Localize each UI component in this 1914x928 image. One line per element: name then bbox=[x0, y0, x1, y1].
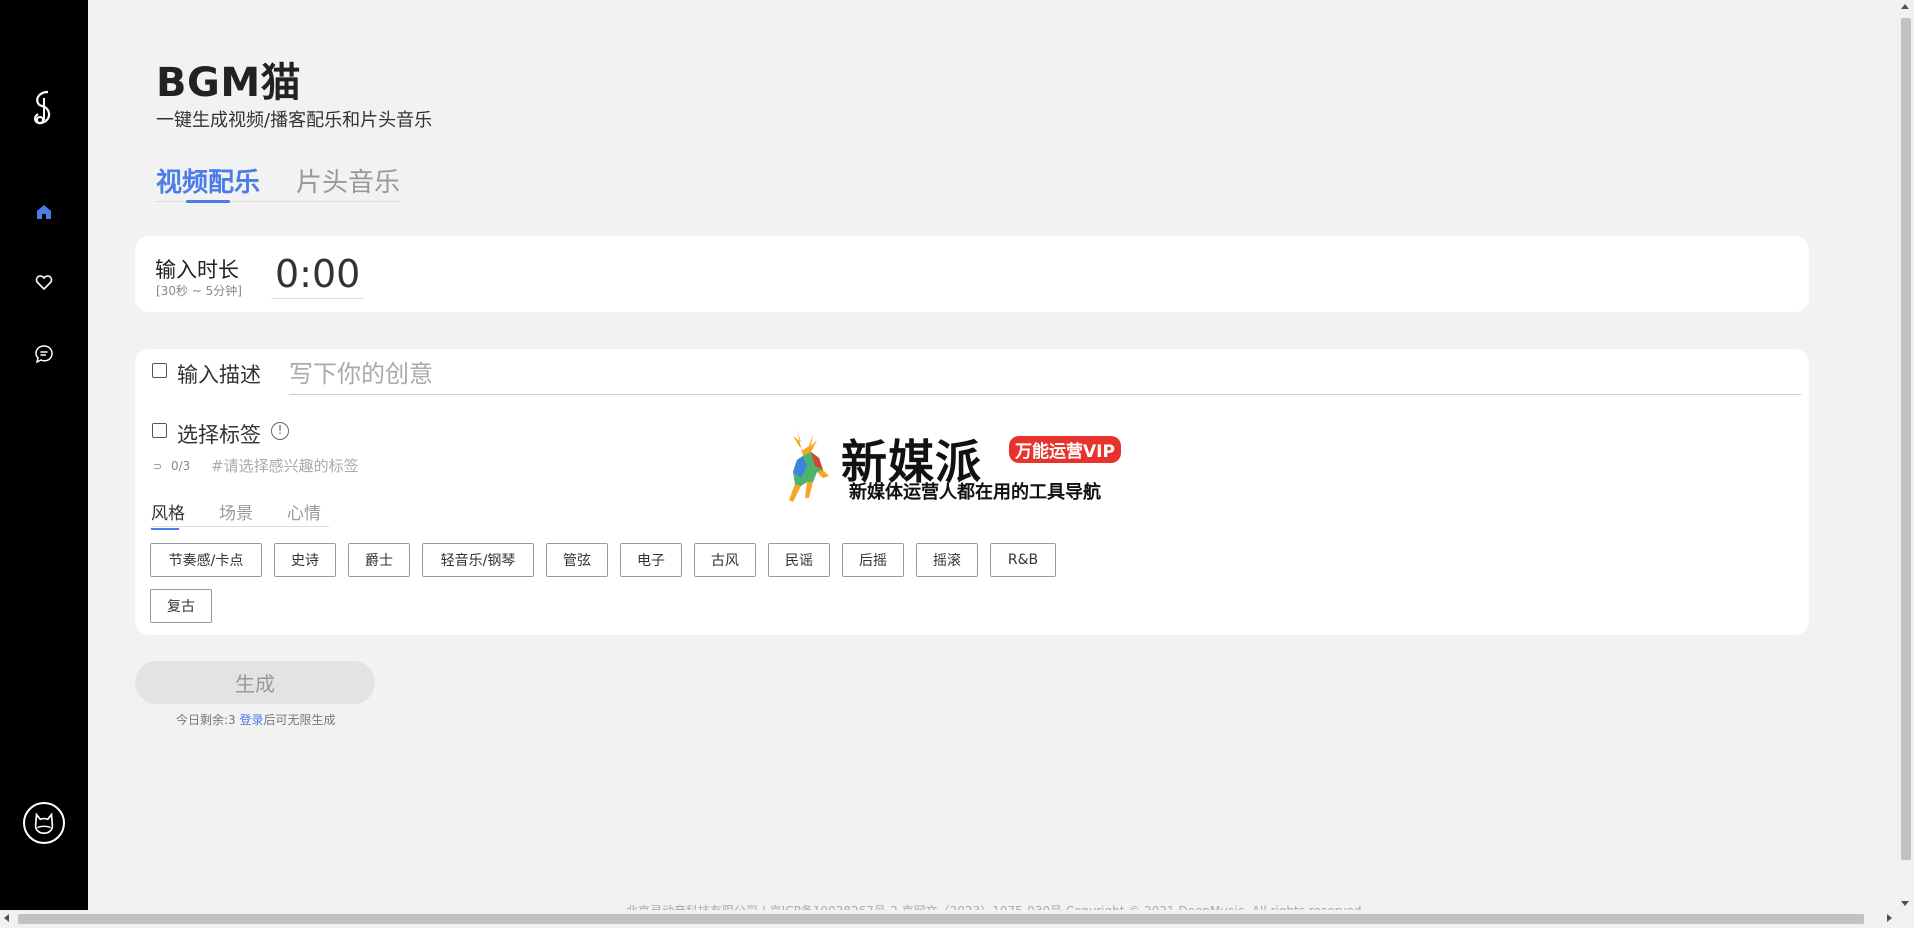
sidebar-item-favorites[interactable] bbox=[0, 263, 88, 303]
description-input[interactable] bbox=[289, 353, 1801, 395]
sidebar-item-feedback[interactable] bbox=[0, 334, 88, 374]
tag-button[interactable]: 摇滚 bbox=[916, 543, 978, 577]
scroll-right-icon[interactable] bbox=[1887, 914, 1892, 922]
description-label: 输入描述 bbox=[177, 363, 261, 387]
quota-text: 今日剩余:3 登录后可无限生成 bbox=[176, 711, 336, 728]
tab-intro-music[interactable]: 片头音乐 bbox=[296, 162, 400, 199]
tag-category-tabs: 风格 场景 心情 bbox=[151, 499, 329, 530]
tab-mood[interactable]: 心情 bbox=[287, 499, 321, 524]
mode-tabs: 视频配乐 片头音乐 bbox=[156, 162, 400, 203]
quota-suffix: 后可无限生成 bbox=[263, 713, 336, 727]
music-note-logo-icon[interactable] bbox=[26, 88, 62, 128]
sidebar bbox=[0, 0, 88, 928]
tag-button[interactable]: 轻音乐/钢琴 bbox=[422, 543, 534, 577]
duration-label: 输入时长 bbox=[155, 258, 239, 282]
tag-icon: ⊃ bbox=[153, 460, 163, 473]
tags-checkbox[interactable] bbox=[152, 423, 167, 438]
duration-card: 输入时长 [30秒 ~ 5分钟] 0:00 bbox=[135, 236, 1809, 312]
info-icon[interactable]: ! bbox=[271, 422, 289, 440]
home-icon bbox=[37, 205, 51, 219]
tab-video-bgm[interactable]: 视频配乐 bbox=[156, 162, 260, 199]
heart-icon bbox=[35, 275, 53, 291]
scroll-down-icon[interactable] bbox=[1901, 901, 1909, 906]
vertical-scroll-thumb[interactable] bbox=[1901, 18, 1911, 860]
main-content: BGM猫 一键生成视频/播客配乐和片头音乐 视频配乐 片头音乐 输入时长 [30… bbox=[88, 0, 1898, 918]
tag-button[interactable]: 电子 bbox=[620, 543, 682, 577]
horizontal-scrollbar[interactable] bbox=[0, 910, 1914, 928]
tag-button[interactable]: 节奏感/卡点 bbox=[150, 543, 262, 577]
ad-banner[interactable]: 新媒派 万能运营VIP 新媒体运营人都在用的工具导航 bbox=[783, 426, 1133, 506]
tab-style[interactable]: 风格 bbox=[151, 499, 185, 530]
tag-row-1: 节奏感/卡点 史诗 爵士 轻音乐/钢琴 管弦 电子 古风 民谣 后摇 摇滚 R&… bbox=[150, 543, 1056, 577]
horizontal-scroll-thumb[interactable] bbox=[18, 914, 1864, 924]
scroll-up-icon[interactable] bbox=[1901, 4, 1909, 9]
vertical-scrollbar[interactable] bbox=[1897, 0, 1914, 910]
ad-badge: 万能运营VIP bbox=[1009, 436, 1121, 463]
tag-placeholder: #请选择感兴趣的标签 bbox=[211, 457, 359, 475]
generate-button[interactable]: 生成 bbox=[135, 661, 375, 704]
tag-button[interactable]: 后摇 bbox=[842, 543, 904, 577]
scroll-left-icon[interactable] bbox=[4, 914, 9, 922]
ad-subtitle: 新媒体运营人都在用的工具导航 bbox=[849, 482, 1101, 503]
chat-icon bbox=[35, 345, 53, 364]
deer-logo-icon bbox=[789, 430, 829, 502]
cat-avatar-icon[interactable] bbox=[23, 802, 65, 844]
tag-button[interactable]: 古风 bbox=[694, 543, 756, 577]
tag-button[interactable]: 爵士 bbox=[348, 543, 410, 577]
login-link[interactable]: 登录 bbox=[240, 713, 264, 727]
tag-button[interactable]: 管弦 bbox=[546, 543, 608, 577]
tag-button[interactable]: R&B bbox=[990, 543, 1056, 577]
tag-button[interactable]: 复古 bbox=[150, 589, 212, 623]
sidebar-item-home[interactable] bbox=[0, 192, 88, 232]
page-title: BGM猫 bbox=[156, 60, 302, 106]
tag-button[interactable]: 民谣 bbox=[768, 543, 830, 577]
tab-active-indicator bbox=[186, 200, 230, 203]
tab-scene[interactable]: 场景 bbox=[219, 499, 253, 524]
tag-button[interactable]: 史诗 bbox=[274, 543, 336, 577]
duration-input[interactable]: 0:00 bbox=[271, 252, 365, 299]
page-subtitle: 一键生成视频/播客配乐和片头音乐 bbox=[156, 110, 433, 131]
duration-hint: [30秒 ~ 5分钟] bbox=[156, 284, 242, 298]
tag-row-2: 复古 bbox=[150, 589, 212, 623]
tags-label: 选择标签 bbox=[177, 423, 261, 447]
description-checkbox[interactable] bbox=[152, 363, 167, 378]
tag-count: 0/3 bbox=[171, 459, 191, 473]
quota-prefix: 今日剩余:3 bbox=[176, 713, 240, 727]
